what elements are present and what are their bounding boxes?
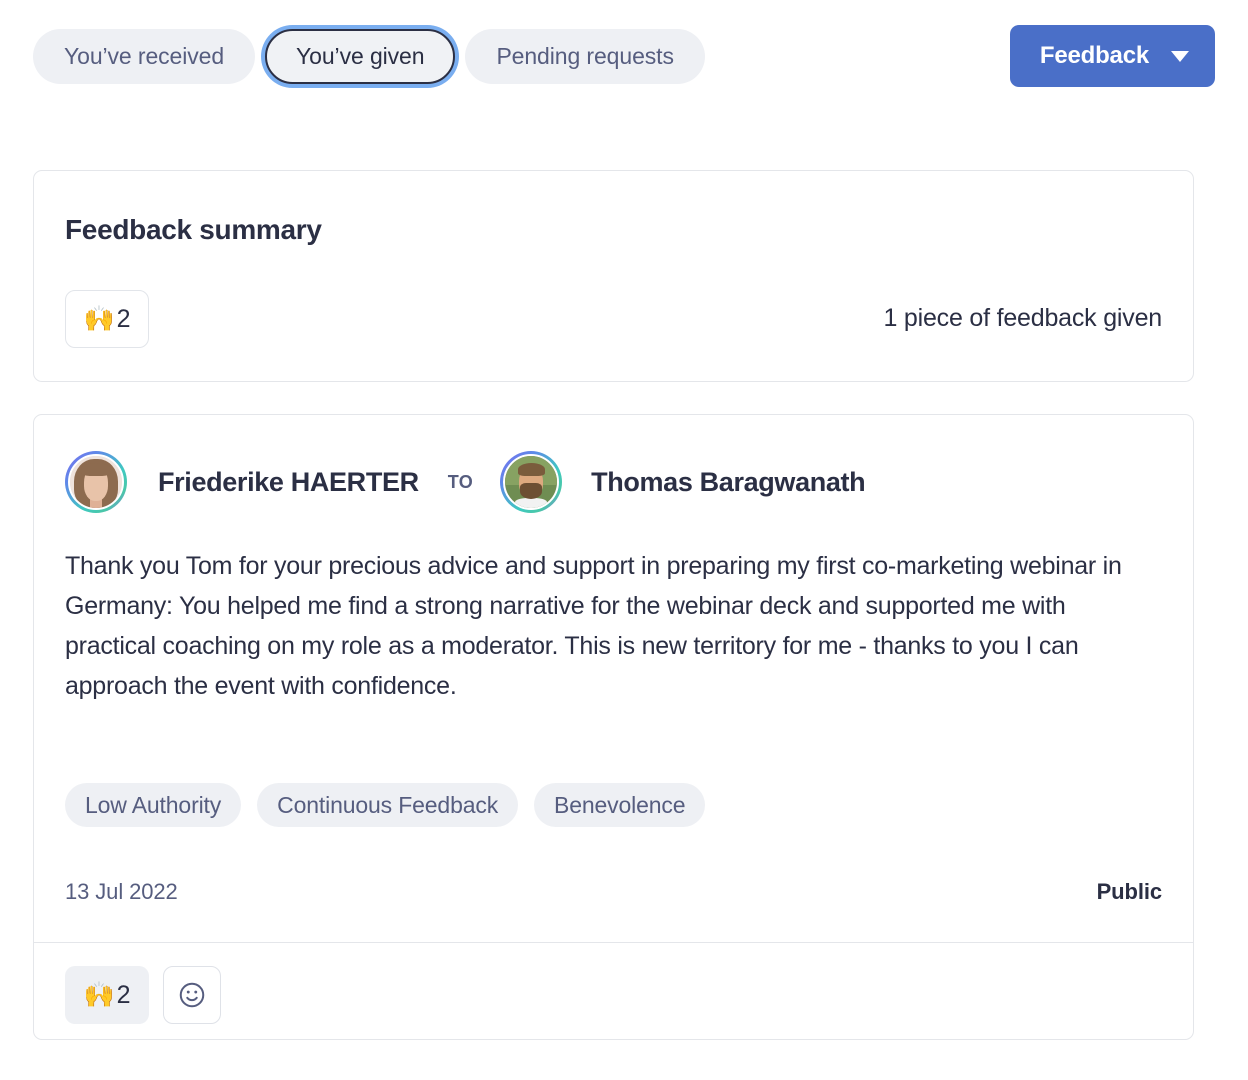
feedback-button-label: Feedback — [1039, 42, 1149, 69]
tab-group: You’ve received You’ve given Pending req… — [33, 28, 705, 84]
avatar-recipient[interactable] — [500, 451, 563, 513]
to-label: TO — [447, 471, 474, 492]
chevron-down-icon — [1171, 50, 1189, 62]
summary-reaction-count: 2 — [116, 304, 131, 333]
feedback-item-card: Friederike HAERTER TO Thomas Baragwanath… — [33, 414, 1194, 1040]
feedback-visibility-badge: Public — [1096, 879, 1163, 904]
feedback-tag-row: Low Authority Continuous Feedback Benevo… — [65, 783, 706, 827]
tab-label: You’ve received — [64, 42, 225, 69]
feedback-reactions-footer: 🙌 2 — [65, 966, 221, 1024]
feedback-header: Friederike HAERTER TO Thomas Baragwanath — [65, 451, 866, 513]
tag-benevolence[interactable]: Benevolence — [534, 783, 706, 827]
tab-label: Pending requests — [496, 42, 674, 69]
feedback-summary-title: Feedback summary — [65, 214, 322, 245]
feedback-summary-card: Feedback summary 🙌 2 1 piece of feedback… — [33, 170, 1194, 382]
feedback-page: You’ve received You’ve given Pending req… — [0, 0, 1248, 1080]
tab-youve-given[interactable]: You’ve given — [265, 28, 456, 84]
add-reaction-button[interactable] — [163, 966, 221, 1024]
tag-continuous-feedback[interactable]: Continuous Feedback — [257, 783, 519, 827]
avatar-author[interactable] — [65, 451, 127, 513]
feedback-reaction-chip[interactable]: 🙌 2 — [65, 966, 149, 1024]
feedback-reaction-count: 2 — [116, 980, 131, 1009]
raising-hands-emoji: 🙌 — [83, 980, 115, 1009]
tab-youve-received[interactable]: You’ve received — [33, 28, 256, 84]
feedback-given-count: 1 piece of feedback given — [883, 304, 1162, 332]
feedback-body-text: Thank you Tom for your precious advice a… — [65, 552, 1122, 700]
tag-low-authority[interactable]: Low Authority — [65, 783, 242, 827]
avatar-image — [68, 454, 124, 510]
author-portrait — [70, 456, 122, 508]
avatar-image — [503, 454, 560, 510]
smiley-face-icon — [179, 982, 205, 1008]
tab-pending-requests[interactable]: Pending requests — [465, 28, 705, 84]
feedback-date: 13 Jul 2022 — [65, 879, 178, 904]
recipient-portrait — [505, 456, 558, 508]
feedback-author-name[interactable]: Friederike HAERTER — [158, 467, 419, 498]
raising-hands-emoji: 🙌 — [83, 304, 115, 333]
summary-reaction-chip[interactable]: 🙌 2 — [65, 290, 149, 348]
card-divider — [34, 942, 1193, 943]
top-tab-bar: You’ve received You’ve given Pending req… — [0, 0, 1248, 150]
tab-label: You’ve given — [296, 42, 425, 69]
feedback-dropdown-button[interactable]: Feedback — [1009, 25, 1215, 87]
feedback-recipient-name[interactable]: Thomas Baragwanath — [591, 467, 866, 498]
